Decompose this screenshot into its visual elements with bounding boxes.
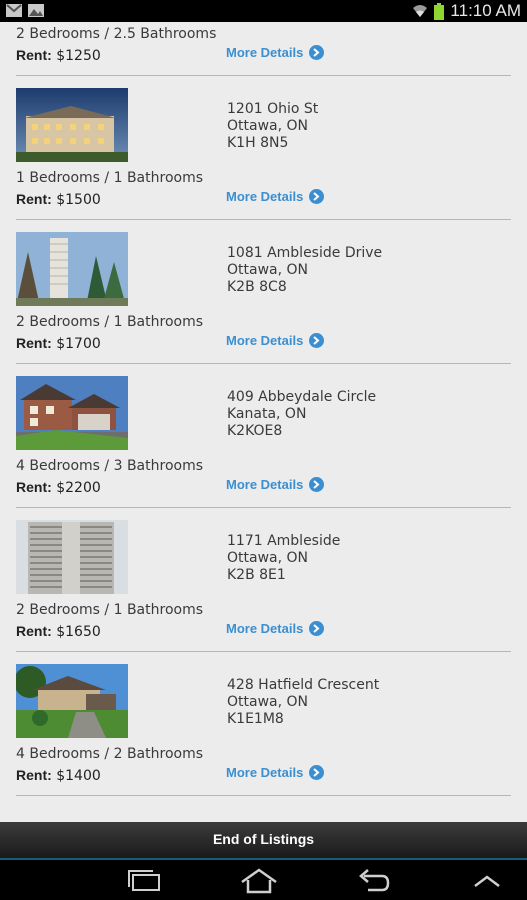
listing-rent: Rent: $1650 bbox=[16, 623, 101, 640]
address-postal: K1H 8N5 bbox=[227, 135, 289, 151]
gallery-icon bbox=[28, 4, 44, 17]
listing-beds-baths: 1 Bedrooms / 1 Bathrooms bbox=[16, 170, 204, 186]
listing-photo[interactable] bbox=[16, 376, 128, 450]
arrow-right-circle-icon bbox=[309, 765, 325, 780]
listing-photo[interactable] bbox=[16, 232, 128, 306]
listings-container[interactable]: 2 Bedrooms / 2.5 Bathrooms Rent: $1250 M… bbox=[0, 22, 527, 822]
arrow-right-circle-icon bbox=[309, 45, 325, 60]
menu-up-button[interactable] bbox=[462, 866, 512, 896]
more-details-label: More Details bbox=[226, 333, 304, 348]
more-details-label: More Details bbox=[226, 621, 304, 636]
arrow-right-circle-icon bbox=[309, 189, 325, 204]
rent-label: Rent: bbox=[16, 479, 52, 495]
end-of-listings-label: End of Listings bbox=[212, 831, 315, 847]
recent-apps-icon bbox=[128, 870, 160, 891]
navigation-bar bbox=[0, 858, 527, 900]
end-of-listings-bar: End of Listings bbox=[0, 822, 527, 860]
arrow-right-circle-icon bbox=[309, 333, 325, 348]
rent-label: Rent: bbox=[16, 623, 52, 639]
address-city: Ottawa, ON bbox=[227, 550, 308, 566]
divider bbox=[16, 795, 511, 796]
more-details-link[interactable]: More Details bbox=[226, 189, 325, 204]
address-city: Ottawa, ON bbox=[227, 118, 308, 134]
rent-value: $1400 bbox=[56, 768, 101, 784]
listing-address: 428 Hatfield Crescent Ottawa, ON K1E1M8 bbox=[227, 677, 379, 728]
wifi-icon bbox=[413, 5, 428, 17]
address-street: 1201 Ohio St bbox=[227, 101, 319, 117]
listing-address: 409 Abbeydale Circle Kanata, ON K2KOE8 bbox=[227, 389, 376, 440]
more-details-label: More Details bbox=[226, 477, 304, 492]
listing-beds-baths: 4 Bedrooms / 3 Bathrooms bbox=[16, 458, 204, 474]
listing-card[interactable]: 1171 Ambleside Ottawa, ON K2B 8E1 2 Bedr… bbox=[0, 508, 527, 652]
arrow-right-circle-icon bbox=[309, 477, 325, 492]
address-street: 428 Hatfield Crescent bbox=[227, 677, 380, 693]
listing-rent: Rent: $1250 bbox=[16, 47, 101, 64]
address-city: Ottawa, ON bbox=[227, 262, 308, 278]
rent-value: $1250 bbox=[56, 48, 101, 64]
address-postal: K1E1M8 bbox=[227, 711, 284, 727]
rent-label: Rent: bbox=[16, 767, 52, 783]
recent-apps-button[interactable] bbox=[120, 866, 170, 896]
listing-beds-baths: 4 Bedrooms / 2 Bathrooms bbox=[16, 746, 204, 762]
rent-label: Rent: bbox=[16, 191, 52, 207]
more-details-label: More Details bbox=[226, 765, 304, 780]
listing-photo[interactable] bbox=[16, 664, 128, 738]
listing-address: 1171 Ambleside Ottawa, ON K2B 8E1 bbox=[227, 533, 340, 584]
more-details-label: More Details bbox=[226, 189, 304, 204]
more-details-link[interactable]: More Details bbox=[226, 765, 325, 780]
address-city: Kanata, ON bbox=[227, 406, 307, 422]
more-details-link[interactable]: More Details bbox=[226, 45, 325, 60]
listing-beds-baths: 2 Bedrooms / 1 Bathrooms bbox=[16, 602, 204, 618]
listing-rent: Rent: $1700 bbox=[16, 335, 101, 352]
gmail-icon bbox=[6, 4, 22, 17]
address-postal: K2B 8C8 bbox=[227, 279, 287, 295]
more-details-label: More Details bbox=[226, 45, 304, 60]
listing-rent: Rent: $1500 bbox=[16, 191, 101, 208]
address-postal: K2B 8E1 bbox=[227, 567, 286, 583]
rent-label: Rent: bbox=[16, 47, 52, 63]
listing-card[interactable]: 1201 Ohio St Ottawa, ON K1H 8N5 1 Bedroo… bbox=[0, 76, 527, 220]
listing-beds-baths: 2 Bedrooms / 2.5 Bathrooms bbox=[16, 26, 217, 42]
address-city: Ottawa, ON bbox=[227, 694, 308, 710]
listing-address: 1201 Ohio St Ottawa, ON K1H 8N5 bbox=[227, 101, 318, 152]
more-details-link[interactable]: More Details bbox=[226, 333, 325, 348]
arrow-right-circle-icon bbox=[309, 621, 325, 636]
rent-value: $1500 bbox=[56, 192, 101, 208]
listing-address: 1081 Ambleside Drive Ottawa, ON K2B 8C8 bbox=[227, 245, 382, 296]
listing-rent: Rent: $2200 bbox=[16, 479, 101, 496]
battery-icon bbox=[434, 2, 445, 20]
back-button[interactable] bbox=[348, 866, 398, 896]
listing-card[interactable]: 409 Abbeydale Circle Kanata, ON K2KOE8 4… bbox=[0, 364, 527, 508]
address-street: 409 Abbeydale Circle bbox=[227, 389, 377, 405]
rent-label: Rent: bbox=[16, 335, 52, 351]
listing-rent: Rent: $1400 bbox=[16, 767, 101, 784]
address-street: 1171 Ambleside bbox=[227, 533, 341, 549]
listing-card[interactable]: 428 Hatfield Crescent Ottawa, ON K1E1M8 … bbox=[0, 652, 527, 796]
listing-photo[interactable] bbox=[16, 520, 128, 594]
menu-up-icon bbox=[474, 875, 500, 887]
home-icon bbox=[241, 868, 277, 894]
more-details-link[interactable]: More Details bbox=[226, 477, 325, 492]
back-icon bbox=[359, 869, 390, 892]
status-clock: 11:10 AM bbox=[450, 1, 521, 20]
listing-card[interactable]: 1081 Ambleside Drive Ottawa, ON K2B 8C8 … bbox=[0, 220, 527, 364]
rent-value: $1700 bbox=[56, 336, 101, 352]
address-street: 1081 Ambleside Drive bbox=[227, 245, 383, 261]
address-postal: K2KOE8 bbox=[227, 423, 283, 439]
status-bar: 11:10 AM bbox=[0, 0, 527, 22]
rent-value: $1650 bbox=[56, 624, 101, 640]
rent-value: $2200 bbox=[56, 480, 101, 496]
listing-beds-baths: 2 Bedrooms / 1 Bathrooms bbox=[16, 314, 204, 330]
more-details-link[interactable]: More Details bbox=[226, 621, 325, 636]
home-button[interactable] bbox=[234, 866, 284, 896]
listing-photo[interactable] bbox=[16, 88, 128, 162]
